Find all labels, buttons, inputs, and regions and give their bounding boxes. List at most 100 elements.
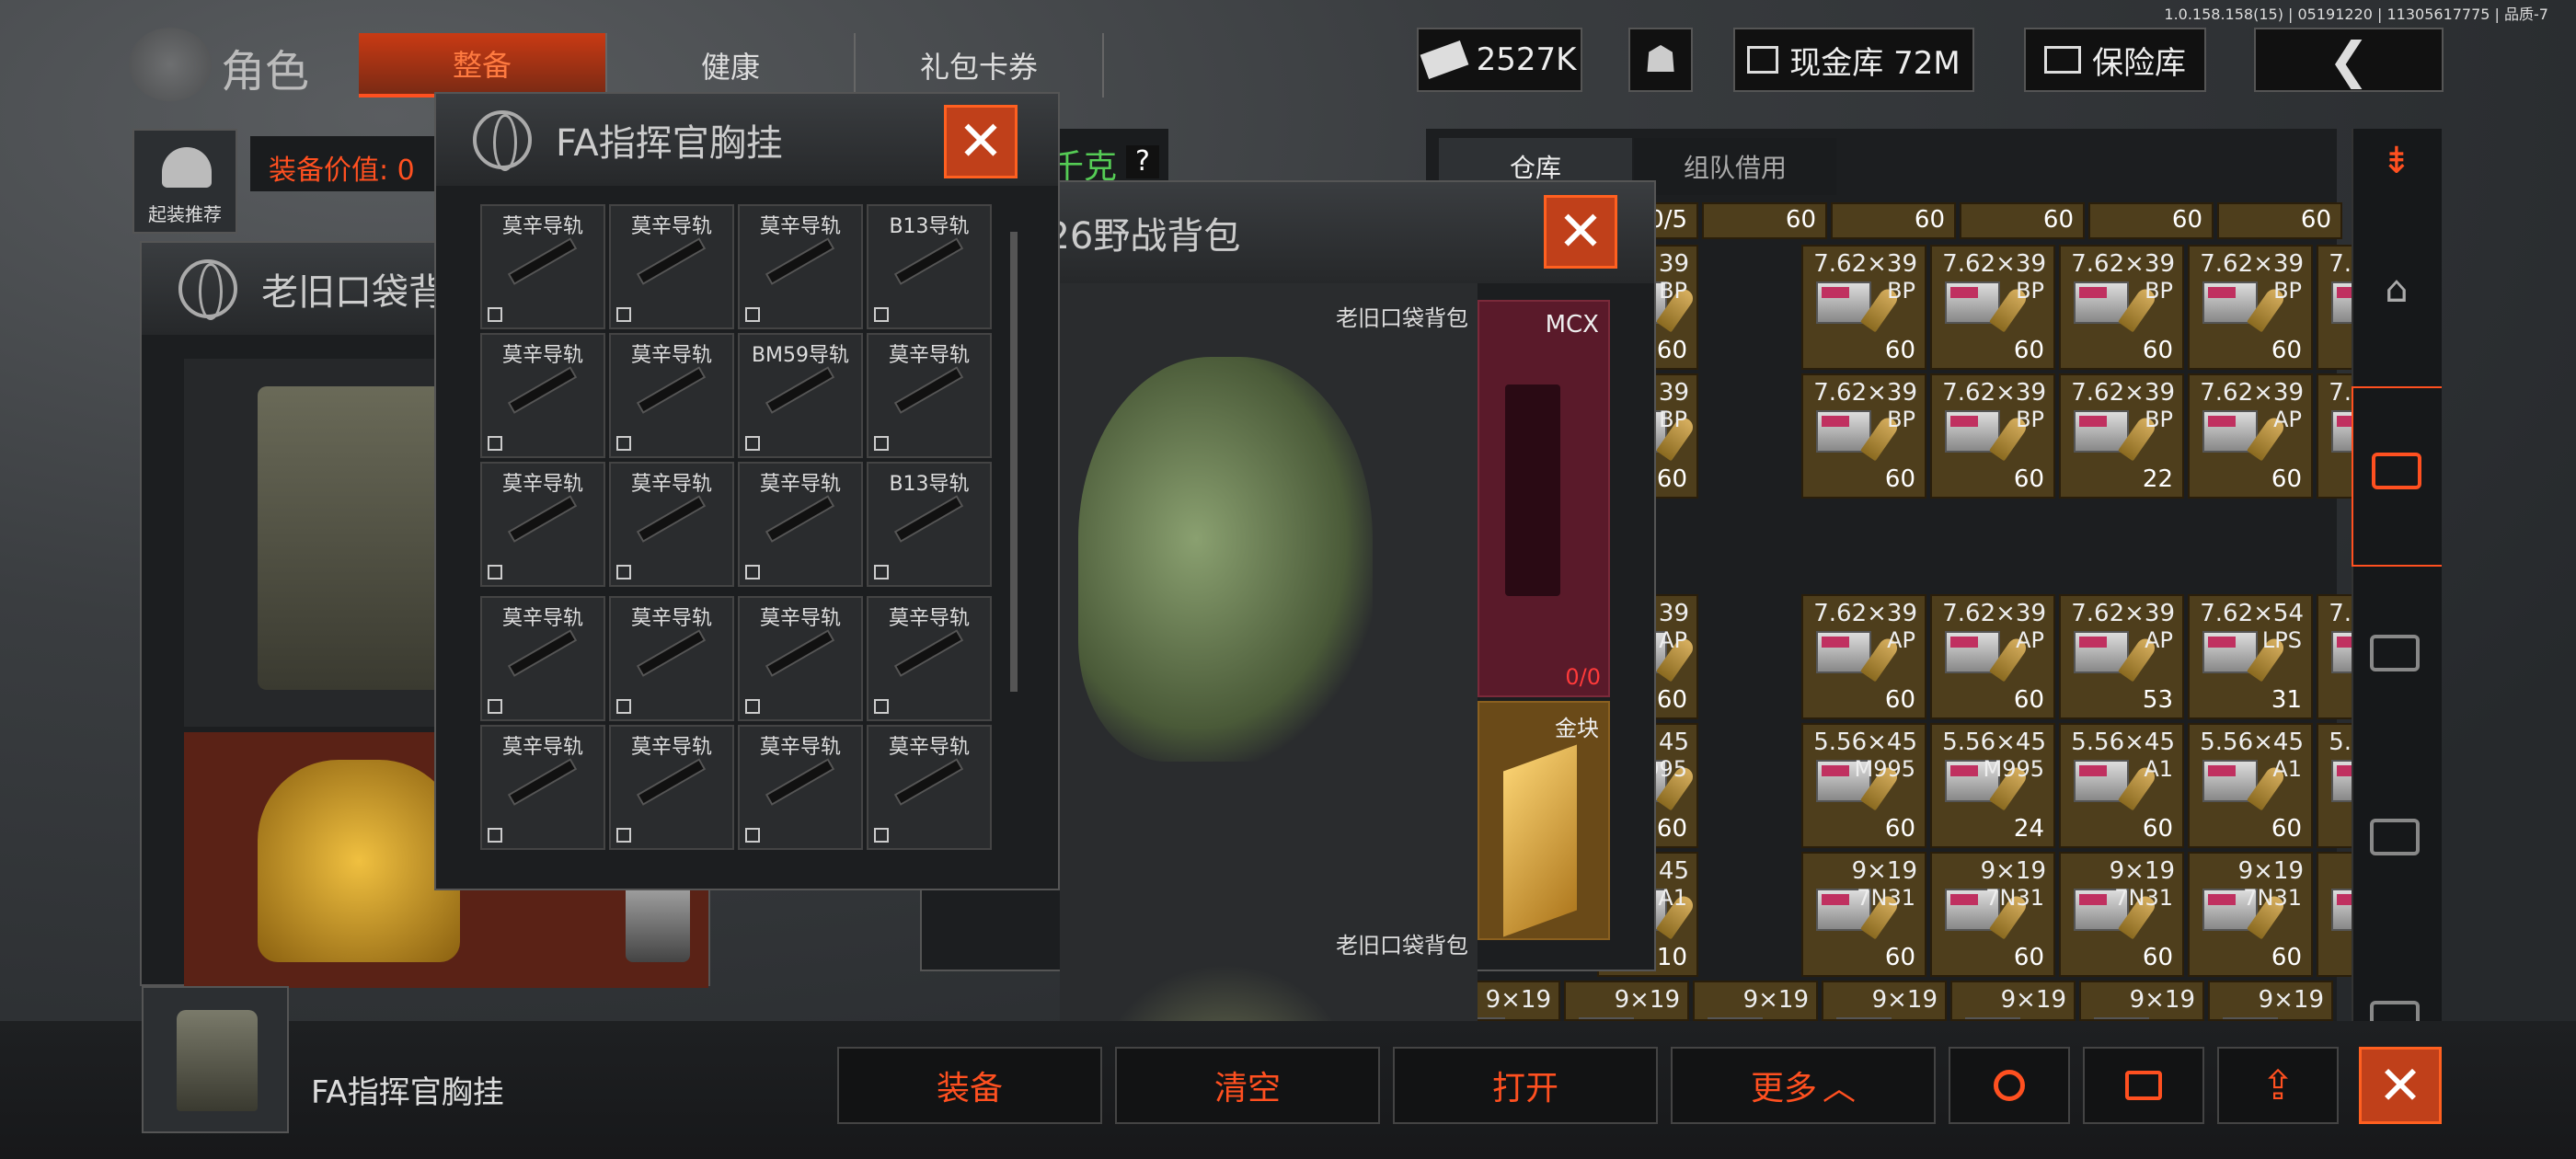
ammo-slot[interactable]: 5.56×45 M995 24 xyxy=(1930,723,2055,848)
item-marker-icon xyxy=(488,436,502,451)
safe-label: 保险库 xyxy=(2092,44,2186,82)
ammo-slot[interactable]: 7.62×54 LPS 31 xyxy=(2188,594,2313,719)
fa-grid-item[interactable]: 莫辛导轨 xyxy=(738,204,863,329)
fa-grid-item[interactable]: 莫辛导轨 xyxy=(867,333,992,458)
ammo-slot[interactable]: 9×19 xyxy=(1564,981,1689,1021)
vip-button[interactable]: ☗ xyxy=(1628,28,1693,92)
ammo-type: LPS xyxy=(2261,627,2302,653)
ammo-slot[interactable]: 7.62×39AP 60 xyxy=(1930,594,2055,719)
ammo-slot[interactable]: 5.56×45A1 60 xyxy=(2188,723,2313,848)
storage-button[interactable] xyxy=(2083,1047,2204,1124)
ammo-type: 7N31 xyxy=(2114,885,2173,911)
ammo-slot[interactable]: 9×197N31 60 xyxy=(2059,852,2184,977)
fa-grid-item[interactable]: 莫辛导轨 xyxy=(609,462,734,587)
storage-box-3-icon[interactable] xyxy=(2370,819,2420,855)
ammo-slot[interactable]: 5.56×45A1 60 xyxy=(2059,723,2184,848)
ammo-caliber: 7.62×39 xyxy=(2071,600,2175,627)
fa-grid-item[interactable]: 莫辛导轨 xyxy=(738,725,863,850)
fa-grid-item[interactable]: 莫辛导轨 xyxy=(609,725,734,850)
storage-box-4-icon[interactable] xyxy=(2370,1001,2420,1021)
rail-image xyxy=(765,236,835,285)
backpack-image[interactable] xyxy=(1078,357,1373,762)
storage-tab-active[interactable] xyxy=(2352,386,2442,567)
cash-vault-button[interactable]: 现金库 72M xyxy=(1733,28,1974,92)
ammo-slot[interactable]: 9×197N31 60 xyxy=(2188,852,2313,977)
backpack-content: 老旧口袋背包 老旧口袋背包 xyxy=(1060,283,1478,1111)
ammo-slot[interactable]: 7.62×39BP 60 xyxy=(2188,245,2313,370)
search-button[interactable] xyxy=(1949,1047,2070,1124)
open-button[interactable]: 打开 xyxy=(1393,1047,1658,1124)
ammo-slot[interactable]: 60 xyxy=(2088,202,2214,239)
item-marker-icon xyxy=(616,436,631,451)
fa-grid-item[interactable]: 莫辛导轨 xyxy=(609,596,734,721)
fa-grid-item[interactable]: 莫辛导轨 xyxy=(480,596,605,721)
sort-icon[interactable]: ⇟ xyxy=(2366,138,2427,184)
fa-grid-item[interactable]: 莫辛导轨 xyxy=(738,462,863,587)
tab-giftcards[interactable]: 礼包卡券 xyxy=(856,33,1104,98)
tab-team-borrow[interactable]: 组队借用 xyxy=(1634,138,1836,195)
ammo-slot[interactable]: 7.62×39BP 60 xyxy=(1801,373,1926,499)
ammo-slot[interactable]: 9×19 xyxy=(2208,981,2333,1021)
more-button[interactable]: 更多 ︿ xyxy=(1671,1047,1936,1124)
export-button[interactable]: ⇪ xyxy=(2217,1047,2339,1124)
ammo-slot[interactable]: 7.62×39BP 60 xyxy=(1801,245,1926,370)
ammo-slot[interactable]: 9×19 xyxy=(2079,981,2204,1021)
ammo-slot[interactable]: 7.62×39AP 60 xyxy=(1801,594,1926,719)
fa-grid-item[interactable]: BM59导轨 xyxy=(738,333,863,458)
fa-close-button[interactable]: ✕ xyxy=(944,105,1018,178)
help-button[interactable]: ? xyxy=(1126,145,1159,178)
fa-grid-item[interactable]: 莫辛导轨 xyxy=(738,596,863,721)
vault-icon xyxy=(1747,46,1779,74)
fa-scrollbar[interactable] xyxy=(1010,232,1018,692)
equip-button[interactable]: 装备 xyxy=(837,1047,1102,1124)
backpack-close-button[interactable]: ✕ xyxy=(1544,195,1617,269)
back-button[interactable]: ❮ xyxy=(2254,28,2444,92)
bottom-close-button[interactable]: ✕ xyxy=(2359,1047,2442,1124)
storage-box-2-icon[interactable] xyxy=(2370,635,2420,671)
fa-grid-item[interactable]: 莫辛导轨 xyxy=(867,596,992,721)
clear-button[interactable]: 清空 xyxy=(1115,1047,1380,1124)
ammo-slot[interactable]: 7.62×39BP 60 xyxy=(2059,245,2184,370)
selected-item-thumb[interactable] xyxy=(142,986,289,1133)
safe-button[interactable]: 保险库 xyxy=(2024,28,2206,92)
fa-grid-item[interactable]: B13导轨 xyxy=(867,204,992,329)
rail-image xyxy=(508,236,578,285)
ammo-count: 60 xyxy=(1656,815,1687,843)
safe-icon xyxy=(2044,46,2081,74)
ammo-slot[interactable]: 60 xyxy=(1831,202,1956,239)
fa-grid-item-label: 莫辛导轨 xyxy=(888,736,970,759)
storage-out-icon xyxy=(2125,1071,2162,1100)
ammo-slot[interactable]: 7.62×39BP 60 xyxy=(1930,373,2055,499)
ammo-caliber: 9×19 xyxy=(2258,986,2324,1014)
ammo-slot[interactable]: 7.62×39AP 60 xyxy=(2188,373,2313,499)
ammo-slot[interactable]: 60 xyxy=(1702,202,1827,239)
ammo-slot[interactable]: 9×197N31 60 xyxy=(1801,852,1926,977)
ammo-slot[interactable]: 9×19 xyxy=(1693,981,1818,1021)
fa-grid-item[interactable]: 莫辛导轨 xyxy=(480,204,605,329)
ammo-slot[interactable]: 7.62×39 AP 53 xyxy=(2059,594,2184,719)
fa-grid-item[interactable]: 莫辛导轨 xyxy=(609,204,734,329)
ammo-slot[interactable]: 7.62×39 BP 22 xyxy=(2059,373,2184,499)
ammo-slot[interactable]: 60 xyxy=(2217,202,2342,239)
ammo-type: BP xyxy=(1659,407,1687,432)
fa-grid-item[interactable]: B13导轨 xyxy=(867,462,992,587)
ammo-slot[interactable]: 9×19 xyxy=(1822,981,1947,1021)
ammo-slot[interactable]: 7.62×39BP 60 xyxy=(1930,245,2055,370)
ammo-slot[interactable]: 5.56×45 M995 60 xyxy=(1801,723,1926,848)
mcx-slot[interactable]: MCX 0/0 xyxy=(1478,300,1610,697)
recommend-button[interactable]: 起装推荐 xyxy=(132,129,237,234)
fa-grid-item[interactable]: 莫辛导轨 xyxy=(867,725,992,850)
home-icon[interactable]: ⌂ xyxy=(2366,267,2427,313)
tab-health[interactable]: 健康 xyxy=(607,33,856,98)
gold-bar-slot[interactable]: 金块 xyxy=(1478,701,1610,940)
fa-grid-item[interactable]: 莫辛导轨 xyxy=(480,333,605,458)
ammo-slot[interactable]: 9×197N31 60 xyxy=(1930,852,2055,977)
fa-grid-item[interactable]: 莫辛导轨 xyxy=(480,462,605,587)
tab-equip[interactable]: 整备 xyxy=(359,33,607,98)
ammo-slot[interactable]: 60 xyxy=(1960,202,2085,239)
fa-grid-item[interactable]: 莫辛导轨 xyxy=(609,333,734,458)
ammo-slot[interactable]: 9×19 xyxy=(1950,981,2076,1021)
fa-grid-item[interactable]: 莫辛导轨 xyxy=(480,725,605,850)
money-display: 2527K xyxy=(1417,28,1582,92)
ammo-type: 7N31 xyxy=(2243,885,2302,911)
